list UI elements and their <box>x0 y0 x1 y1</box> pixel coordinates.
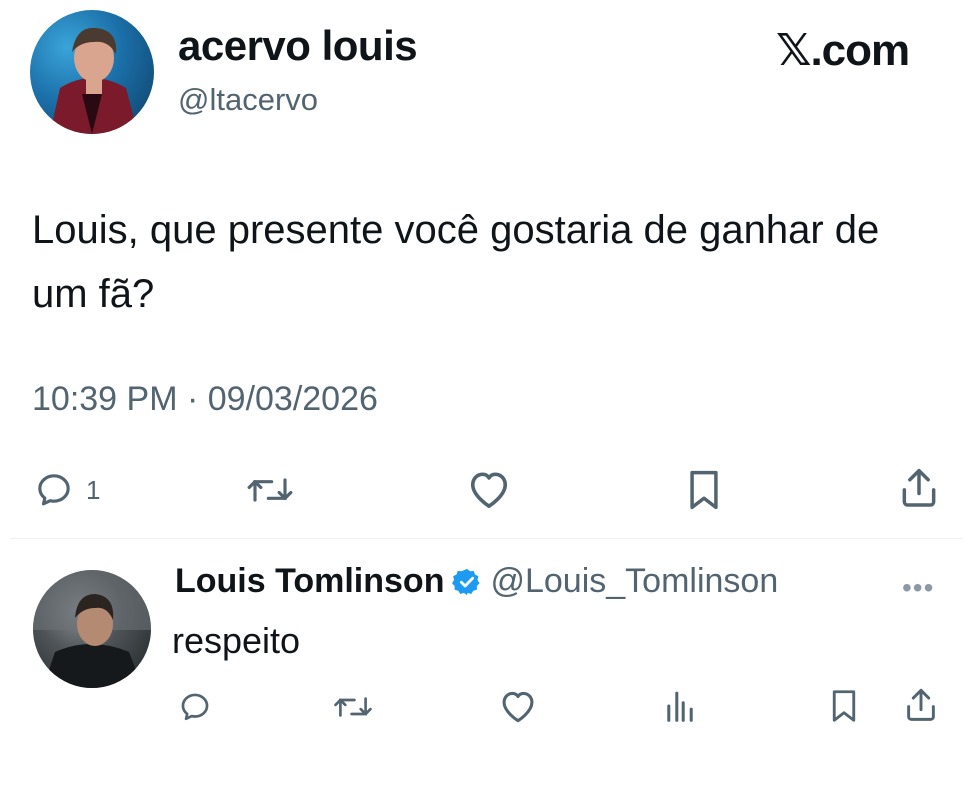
reply-author-avatar[interactable] <box>33 570 151 688</box>
share-icon <box>902 468 936 507</box>
retweet-icon <box>334 697 372 717</box>
reply-bookmark-button[interactable] <box>828 688 860 724</box>
views-icon <box>667 691 693 722</box>
share-button[interactable] <box>898 466 940 510</box>
reply-like-button[interactable] <box>498 688 538 724</box>
reply-text: respeito <box>172 620 301 661</box>
tweet-text: Louis, que presente você gostaria de gan… <box>32 208 880 316</box>
avatar-photo <box>50 27 138 134</box>
reply-retweet-button[interactable] <box>332 690 374 724</box>
reply-icon <box>38 474 70 506</box>
reply-count: 1 <box>86 474 101 505</box>
retweet-icon <box>247 478 293 502</box>
reply-share-button[interactable] <box>904 686 938 724</box>
more-dots-icon[interactable]: ••• <box>902 572 934 604</box>
reply-views-button[interactable] <box>664 688 696 724</box>
bookmark-button[interactable] <box>684 468 724 512</box>
author-avatar[interactable] <box>30 10 154 134</box>
retweet-button[interactable] <box>245 470 295 510</box>
reply-header: Louis Tomlinson @Louis_Tomlinson <box>175 562 778 601</box>
reply-button[interactable]: 1 <box>34 470 100 510</box>
divider <box>10 538 963 539</box>
author-handle[interactable]: @ltacervo <box>178 82 318 118</box>
bookmark-icon <box>690 470 718 510</box>
heart-icon <box>470 472 508 508</box>
reply-icon <box>181 693 209 721</box>
bookmark-icon <box>832 690 856 722</box>
avatar-photo <box>33 570 151 688</box>
tweet-timestamp[interactable]: 10:39 PM · 09/03/2026 <box>32 380 378 419</box>
reply-author-handle[interactable]: @Louis_Tomlinson <box>490 562 778 601</box>
verified-badge-icon <box>452 568 480 595</box>
reply-author-name[interactable]: Louis Tomlinson <box>175 562 444 601</box>
reply-reply-button[interactable] <box>178 690 212 724</box>
share-icon <box>907 688 935 721</box>
author-name[interactable]: acervo louis <box>178 22 418 70</box>
heart-icon <box>502 691 534 723</box>
brand-logo: 𝕏.com <box>776 26 910 75</box>
like-button[interactable] <box>466 468 512 510</box>
